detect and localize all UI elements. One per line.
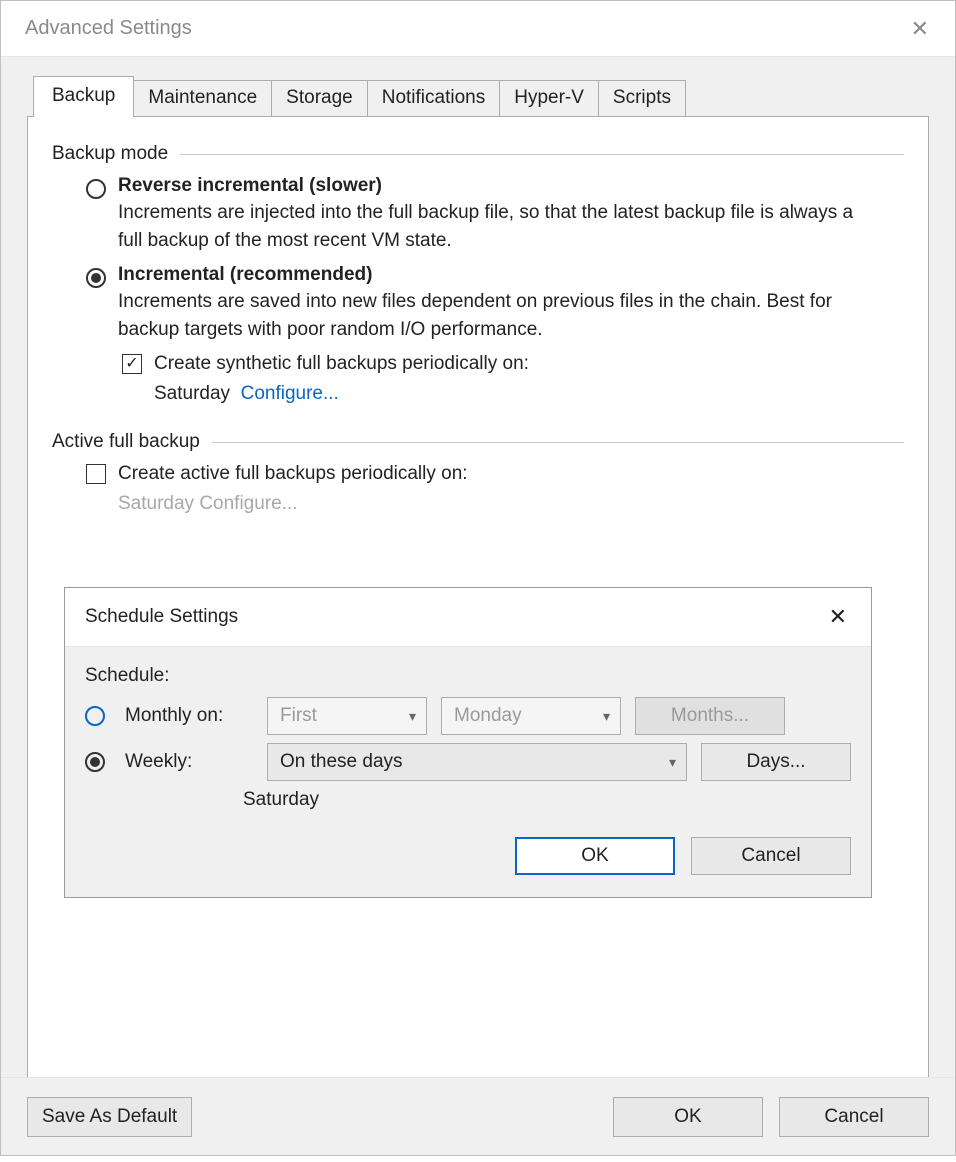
divider <box>212 442 904 443</box>
reverse-incremental-option[interactable]: Reverse incremental (slower) Increments … <box>86 175 904 254</box>
incremental-option[interactable]: Incremental (recommended) Increments are… <box>86 264 904 343</box>
schedule-cancel-button[interactable]: Cancel <box>691 837 851 875</box>
monthly-day-combo: Monday ▾ <box>441 697 621 735</box>
active-full-legend: Active full backup <box>52 431 904 453</box>
synthetic-full-day: Saturday <box>154 383 230 404</box>
tab-page-backup: Backup mode Reverse incremental (slower)… <box>27 116 929 1078</box>
weekly-combo[interactable]: On these days ▾ <box>267 743 687 781</box>
chevron-down-icon: ▾ <box>409 708 416 725</box>
cancel-button[interactable]: Cancel <box>779 1097 929 1137</box>
months-button: Months... <box>635 697 785 735</box>
titlebar: Advanced Settings ✕ <box>1 1 955 57</box>
active-full-checkbox[interactable] <box>86 464 106 484</box>
chevron-down-icon: ▾ <box>669 754 676 771</box>
schedule-body: Schedule: Monthly on: First ▾ Monday ▾ M… <box>65 647 871 897</box>
chevron-down-icon: ▾ <box>603 708 610 725</box>
monthly-ordinal-combo: First ▾ <box>267 697 427 735</box>
days-button[interactable]: Days... <box>701 743 851 781</box>
weekly-selected-day: Saturday <box>243 789 851 811</box>
schedule-title: Schedule Settings <box>85 606 238 628</box>
radio-monthly[interactable] <box>85 706 105 726</box>
tab-scripts[interactable]: Scripts <box>598 80 686 117</box>
incremental-desc: Increments are saved into new files depe… <box>118 288 878 343</box>
schedule-settings-dialog: Schedule Settings ✕ Schedule: Monthly on… <box>64 587 872 898</box>
save-as-default-button[interactable]: Save As Default <box>27 1097 192 1137</box>
weekly-row: Weekly: On these days ▾ Days... <box>85 743 851 781</box>
synthetic-full-subline: Saturday Configure... <box>154 383 904 405</box>
client-area: Backup Maintenance Storage Notifications… <box>1 57 955 1077</box>
active-full-label: Create active full backups periodically … <box>118 463 468 485</box>
reverse-incremental-desc: Increments are injected into the full ba… <box>118 199 878 254</box>
close-icon[interactable]: ✕ <box>903 12 937 46</box>
ok-button[interactable]: OK <box>613 1097 763 1137</box>
schedule-close-icon[interactable]: ✕ <box>821 600 855 634</box>
reverse-incremental-title: Reverse incremental (slower) <box>118 175 878 197</box>
active-full-configure-link: Configure... <box>199 493 297 514</box>
schedule-label: Schedule: <box>85 665 851 687</box>
bottom-button-bar: Save As Default OK Cancel <box>1 1077 955 1155</box>
monthly-ordinal-value: First <box>280 705 317 727</box>
synthetic-configure-link[interactable]: Configure... <box>241 383 339 404</box>
window-title: Advanced Settings <box>25 17 192 40</box>
active-full-subline: Saturday Configure... <box>118 493 904 515</box>
weekly-combo-value: On these days <box>280 751 403 773</box>
radio-reverse-incremental[interactable] <box>86 179 106 199</box>
tab-strip: Backup Maintenance Storage Notifications… <box>33 75 929 116</box>
radio-incremental[interactable] <box>86 268 106 288</box>
schedule-button-row: OK Cancel <box>85 837 851 875</box>
schedule-titlebar: Schedule Settings ✕ <box>65 588 871 647</box>
incremental-title: Incremental (recommended) <box>118 264 878 286</box>
tab-storage[interactable]: Storage <box>271 80 368 117</box>
synthetic-full-label: Create synthetic full backups periodical… <box>154 353 529 375</box>
synthetic-full-checkbox[interactable] <box>122 354 142 374</box>
active-full-legend-text: Active full backup <box>52 431 200 453</box>
tab-notifications[interactable]: Notifications <box>367 80 501 117</box>
monthly-row: Monthly on: First ▾ Monday ▾ Months... <box>85 697 851 735</box>
synthetic-full-checkbox-row: Create synthetic full backups periodical… <box>122 353 904 375</box>
radio-weekly[interactable] <box>85 752 105 772</box>
active-full-day: Saturday <box>118 493 194 514</box>
backup-mode-legend-text: Backup mode <box>52 143 168 165</box>
tab-maintenance[interactable]: Maintenance <box>133 80 272 117</box>
schedule-ok-button[interactable]: OK <box>515 837 675 875</box>
active-full-checkbox-row: Create active full backups periodically … <box>86 463 904 485</box>
tab-hyperv[interactable]: Hyper-V <box>499 80 599 117</box>
tab-backup[interactable]: Backup <box>33 76 134 117</box>
monthly-day-value: Monday <box>454 705 522 727</box>
weekly-label: Weekly: <box>125 751 253 773</box>
advanced-settings-window: Advanced Settings ✕ Backup Maintenance S… <box>0 0 956 1156</box>
backup-mode-legend: Backup mode <box>52 143 904 165</box>
divider <box>180 154 904 155</box>
active-full-section: Active full backup Create active full ba… <box>52 431 904 515</box>
monthly-label: Monthly on: <box>125 705 253 727</box>
